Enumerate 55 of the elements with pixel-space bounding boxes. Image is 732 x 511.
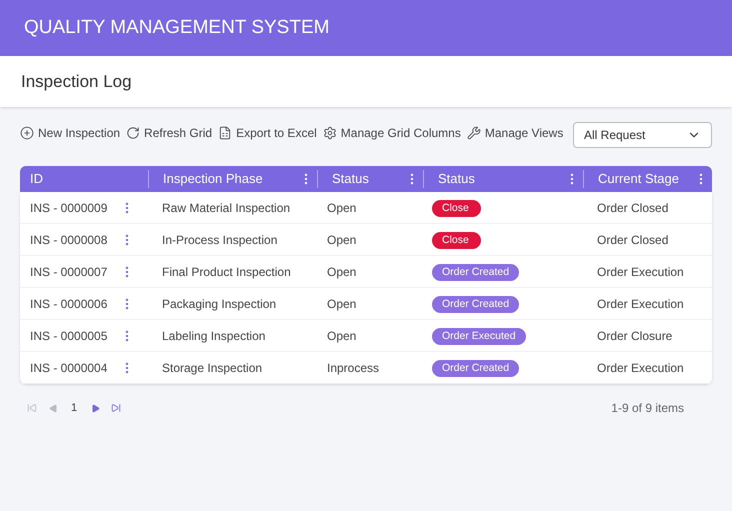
table-cell-text: INS - 0000004 xyxy=(30,360,108,376)
column-header[interactable]: ID xyxy=(30,169,43,189)
first-page-icon xyxy=(27,403,37,413)
status-badge: Close xyxy=(432,200,481,217)
dropdown-value: All Request xyxy=(584,127,646,144)
column-header[interactable]: Status xyxy=(438,169,475,189)
settings-icon xyxy=(322,126,337,140)
status-badge: Order Created xyxy=(432,360,520,377)
table-cell: Order Execution xyxy=(597,264,684,278)
table-cell: Labeling Inspection xyxy=(162,328,266,342)
table-cell-text: INS - 0000005 xyxy=(30,328,108,344)
table-cell: Open xyxy=(327,232,356,246)
status-badge: Close xyxy=(432,232,481,249)
last-page-icon xyxy=(111,403,121,413)
table-cell: Order Closed xyxy=(597,200,668,214)
table-cell: Order Execution xyxy=(597,360,684,374)
table-cell: Order Execution xyxy=(597,296,684,310)
table-cell: Final Product Inspection xyxy=(162,264,291,278)
status-badge: Order Created xyxy=(432,264,520,281)
table-cell: Order Closure xyxy=(597,328,672,342)
table-cell-text: INS - 0000006 xyxy=(30,296,108,312)
spreadsheet-icon xyxy=(218,126,232,140)
app-title: QUALITY MANAGEMENT SYSTEM xyxy=(24,16,330,40)
refresh-icon xyxy=(126,126,140,140)
column-header[interactable]: Status xyxy=(332,169,369,189)
status-badge: Order Created xyxy=(432,296,520,313)
table-cell-text: INS - 0000008 xyxy=(30,232,108,248)
add-icon xyxy=(20,126,34,140)
next-page-icon xyxy=(90,404,100,412)
pager-summary: 1-9 of 9 items xyxy=(611,400,684,417)
table-cell: In-Process Inspection xyxy=(162,232,278,246)
table-cell: Open xyxy=(327,264,356,278)
column-header[interactable]: Current Stage xyxy=(598,169,679,189)
wrench-icon xyxy=(466,126,481,140)
toolbar-button[interactable]: Refresh Grid xyxy=(126,124,212,142)
toolbar-button[interactable]: New Inspection xyxy=(20,124,120,142)
toolbar-button[interactable]: Manage Views xyxy=(466,124,564,142)
column-header[interactable]: Inspection Phase xyxy=(163,169,263,189)
table-cell: Open xyxy=(327,296,356,310)
filter-dropdown[interactable]: All Request xyxy=(573,122,712,148)
page-title: Inspection Log xyxy=(21,70,132,93)
table-cell: Open xyxy=(327,328,356,342)
table-cell: Storage Inspection xyxy=(162,360,262,374)
table-cell: Packaging Inspection xyxy=(162,296,276,310)
page-number[interactable]: 1 xyxy=(64,400,84,416)
toolbar-button[interactable]: Manage Grid Columns xyxy=(322,124,461,142)
previous-page-icon xyxy=(48,404,58,412)
table-cell-text: INS - 0000007 xyxy=(30,264,108,280)
table-cell-text: INS - 0000009 xyxy=(30,200,108,216)
table-cell: Inprocess xyxy=(327,360,380,374)
status-badge: Order Executed xyxy=(432,328,526,345)
table-cell: Raw Material Inspection xyxy=(162,200,290,214)
table-cell: Order Closed xyxy=(597,232,668,246)
table-cell: Open xyxy=(327,200,356,214)
toolbar-button[interactable]: Export to Excel xyxy=(218,124,317,142)
